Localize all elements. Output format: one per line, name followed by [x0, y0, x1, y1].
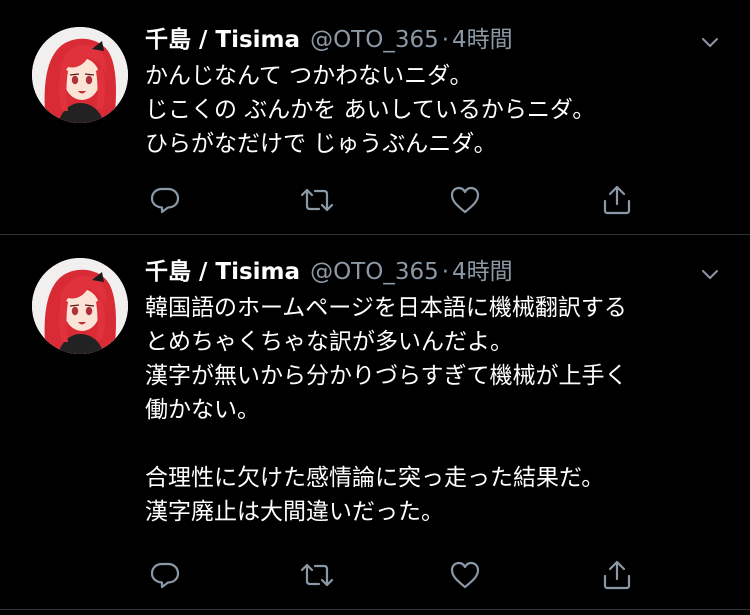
share-icon — [603, 185, 631, 215]
retweet-button[interactable] — [297, 555, 337, 595]
tweet-text-line: ひらがなだけで じゅうぶんニダ。 — [145, 131, 497, 157]
timeline: 千島 / Tisima @OTO_365 · 4時間 かんじなんて つかわないニダ。 … — [0, 0, 750, 615]
tweet-text-line: 韓国語のホームページを日本語に機械翻訳する — [145, 295, 627, 321]
retweet-button[interactable] — [297, 180, 337, 220]
tweet-divider — [0, 609, 750, 610]
tweet-header: 千島 / Tisima @OTO_365 · 4時間 — [145, 255, 513, 289]
reply-icon — [150, 187, 180, 214]
tweet-text-line — [145, 427, 725, 461]
tweet[interactable]: 千島 / Tisima @OTO_365 · 4時間 韓国語のホームページを日本語に機… — [0, 237, 750, 615]
user-handle[interactable]: @OTO_365 — [310, 27, 439, 53]
share-button[interactable] — [597, 555, 637, 595]
tweet-text-line: とめちゃくちゃな訳が多いんだよ。 — [145, 329, 513, 355]
reply-button[interactable] — [145, 555, 185, 595]
tweet-text-line: 働かない。 — [145, 397, 260, 423]
tweet-actions — [145, 555, 645, 595]
timestamp[interactable]: 4時間 — [452, 27, 513, 53]
tweet-actions — [145, 180, 645, 220]
display-name[interactable]: 千島 / Tisima — [145, 259, 300, 285]
share-button[interactable] — [597, 180, 637, 220]
tweet-text-line: かんじなんて つかわないニダ。 — [145, 63, 473, 89]
tweet-text-line: 合理性に欠けた感情論に突っ走った結果だ。 — [145, 465, 605, 491]
tweet[interactable]: 千島 / Tisima @OTO_365 · 4時間 かんじなんて つかわないニダ。 … — [0, 0, 750, 233]
like-button[interactable] — [445, 555, 485, 595]
tweet-divider — [0, 234, 750, 235]
tweet-text-line: 漢字が無いから分かりづらすぎて機械が上手く — [145, 363, 628, 389]
separator-dot: · — [441, 259, 450, 285]
share-icon — [603, 560, 631, 590]
like-icon — [450, 561, 480, 589]
tweet-text-line: 漢字廃止は大間違いだった。 — [145, 499, 444, 525]
retweet-icon — [300, 563, 334, 587]
retweet-icon — [300, 188, 334, 212]
display-name[interactable]: 千島 / Tisima — [145, 27, 300, 53]
tweet-header: 千島 / Tisima @OTO_365 · 4時間 — [145, 23, 513, 57]
chevron-down-icon[interactable] — [698, 30, 722, 54]
reply-button[interactable] — [145, 180, 185, 220]
chevron-down-icon[interactable] — [698, 262, 722, 286]
tweet-text: 韓国語のホームページを日本語に機械翻訳する とめちゃくちゃな訳が多いんだよ。 漢… — [145, 291, 725, 529]
like-icon — [450, 186, 480, 214]
avatar[interactable] — [32, 27, 128, 123]
separator-dot: · — [441, 27, 450, 53]
like-button[interactable] — [445, 180, 485, 220]
user-handle[interactable]: @OTO_365 — [310, 259, 439, 285]
tweet-text-line: じこくの ぶんかを あいしているからニダ。 — [145, 97, 596, 123]
tweet-text: かんじなんて つかわないニダ。 じこくの ぶんかを あいしているからニダ。 ひら… — [145, 59, 725, 161]
timestamp[interactable]: 4時間 — [452, 259, 513, 285]
avatar[interactable] — [32, 258, 128, 354]
reply-icon — [150, 562, 180, 589]
